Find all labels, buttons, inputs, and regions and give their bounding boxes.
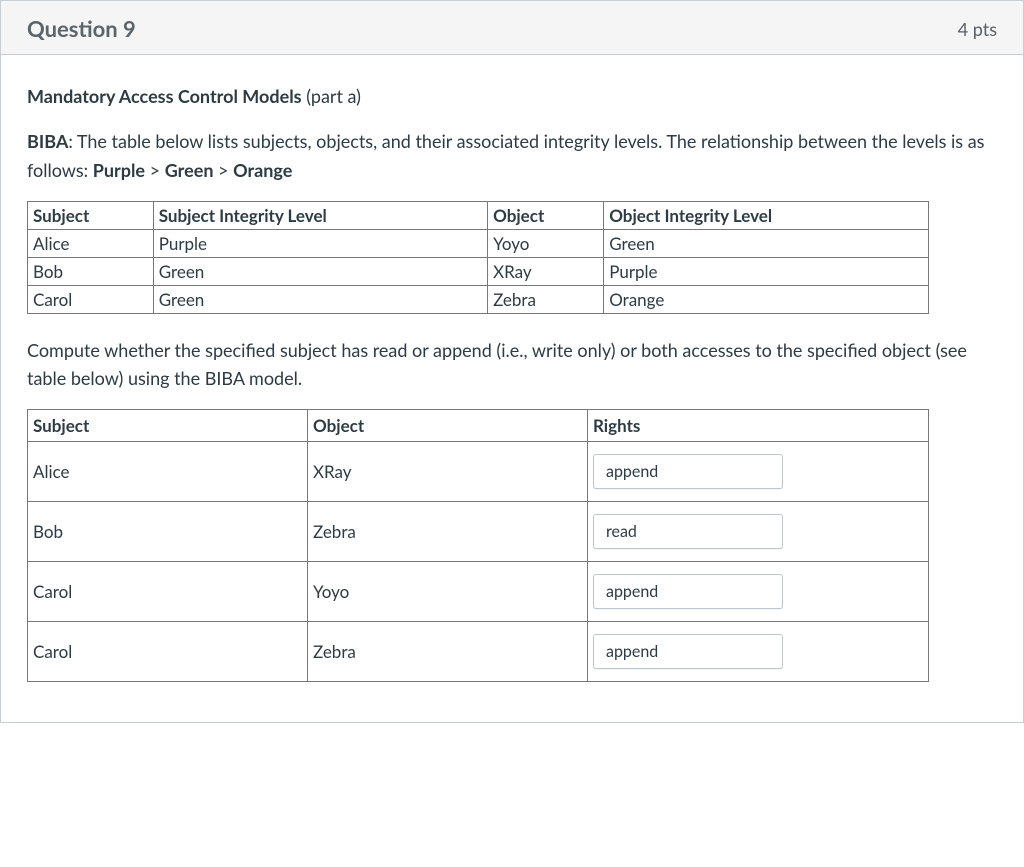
question-card: Question 9 4 pts Mandatory Access Contro…	[0, 0, 1024, 723]
cell: Purple	[604, 257, 929, 285]
cell-subject: Carol	[28, 622, 308, 682]
cell: XRay	[488, 257, 604, 285]
rel-sep-1: >	[145, 159, 165, 181]
col-object-level: Object Integrity Level	[604, 201, 929, 229]
table-header-row: Subject Subject Integrity Level Object O…	[28, 201, 929, 229]
intro-paragraph: BIBA: The table below lists subjects, ob…	[27, 127, 997, 185]
table-header-row: Subject Object Rights	[28, 410, 929, 442]
table-row: Bob Green XRay Purple	[28, 257, 929, 285]
level-green: Green	[165, 159, 214, 181]
cell: Purple	[153, 229, 487, 257]
rel-sep-2: >	[213, 159, 233, 181]
section-title-rest: (part a)	[302, 85, 361, 107]
answer-table: Subject Object Rights Alice XRay append …	[27, 409, 929, 682]
model-name: BIBA	[27, 130, 68, 152]
col-subject-level: Subject Integrity Level	[153, 201, 487, 229]
col-rights: Rights	[588, 410, 929, 442]
cell: Carol	[28, 285, 154, 313]
cell-subject: Carol	[28, 562, 308, 622]
question-content: Mandatory Access Control Models (part a)…	[1, 55, 1023, 722]
rights-input[interactable]: append	[593, 454, 783, 489]
rights-input[interactable]: append	[593, 634, 783, 669]
table-row: Alice Purple Yoyo Green	[28, 229, 929, 257]
table-row: Bob Zebra read	[28, 502, 929, 562]
col-object: Object	[308, 410, 588, 442]
cell: Green	[604, 229, 929, 257]
rights-input[interactable]: append	[593, 574, 783, 609]
col-object: Object	[488, 201, 604, 229]
cell: Yoyo	[488, 229, 604, 257]
cell: Orange	[604, 285, 929, 313]
cell-rights: append	[588, 562, 929, 622]
cell-object: Zebra	[308, 622, 588, 682]
col-subject: Subject	[28, 201, 154, 229]
rights-input[interactable]: read	[593, 514, 783, 549]
cell: Bob	[28, 257, 154, 285]
cell-subject: Alice	[28, 442, 308, 502]
section-title: Mandatory Access Control Models (part a)	[27, 85, 997, 107]
cell-rights: append	[588, 442, 929, 502]
col-subject: Subject	[28, 410, 308, 442]
table-row: Carol Yoyo append	[28, 562, 929, 622]
cell-subject: Bob	[28, 502, 308, 562]
table-row: Alice XRay append	[28, 442, 929, 502]
instruction-paragraph: Compute whether the specified subject ha…	[27, 336, 997, 394]
question-number: Question 9	[27, 15, 136, 42]
integrity-levels-table: Subject Subject Integrity Level Object O…	[27, 201, 929, 314]
level-orange: Orange	[233, 159, 292, 181]
question-header: Question 9 4 pts	[1, 1, 1023, 55]
cell-object: Zebra	[308, 502, 588, 562]
cell: Green	[153, 285, 487, 313]
level-purple: Purple	[93, 159, 145, 181]
question-points: 4 pts	[958, 18, 997, 40]
cell: Zebra	[488, 285, 604, 313]
section-title-bold: Mandatory Access Control Models	[27, 85, 302, 107]
cell-object: XRay	[308, 442, 588, 502]
table-row: Carol Green Zebra Orange	[28, 285, 929, 313]
cell: Alice	[28, 229, 154, 257]
cell-rights: append	[588, 622, 929, 682]
cell-rights: read	[588, 502, 929, 562]
cell-object: Yoyo	[308, 562, 588, 622]
table-row: Carol Zebra append	[28, 622, 929, 682]
cell: Green	[153, 257, 487, 285]
